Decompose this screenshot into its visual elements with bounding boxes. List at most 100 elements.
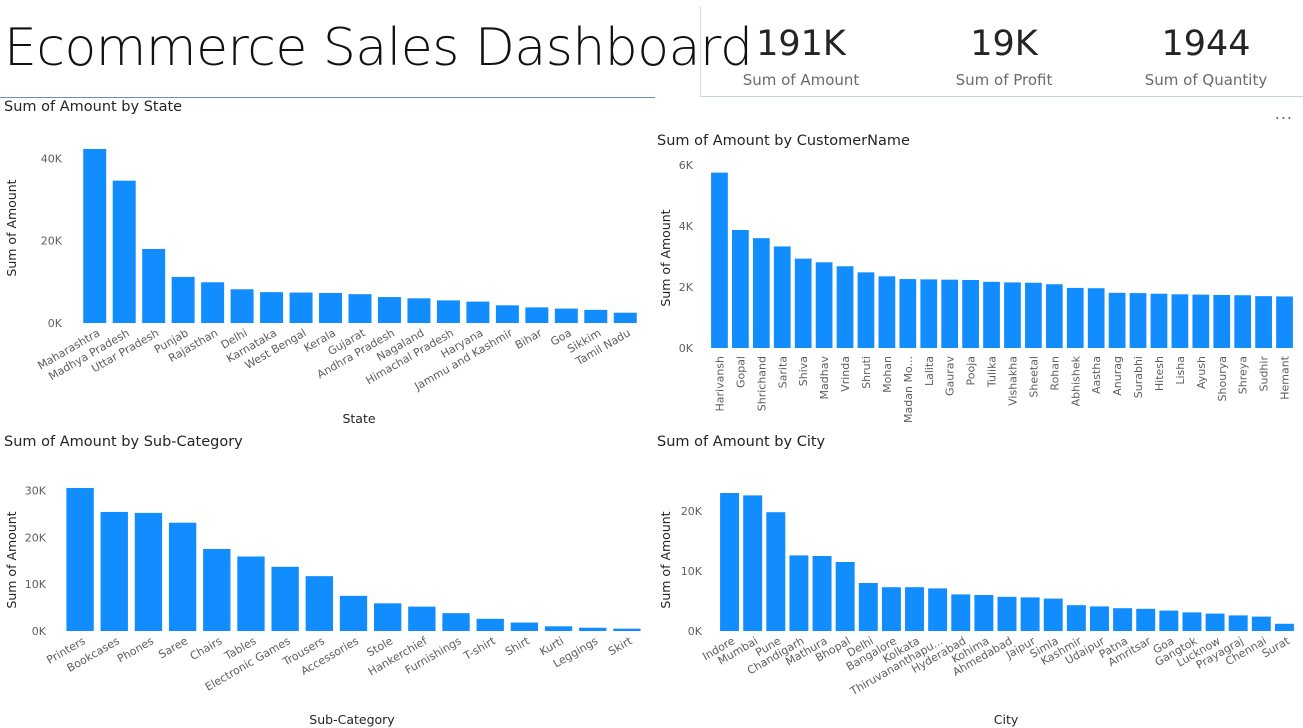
bar: [1171, 294, 1189, 348]
bar: [554, 308, 578, 323]
chart-customer[interactable]: 0K 2K 4K 6K Sum of Amount Harivansh Gopal Shric…: [653, 155, 1303, 425]
x-axis-title: State: [342, 411, 375, 426]
x-tick-label: Lalita: [923, 356, 936, 386]
y-axis-title: Sum of Amount: [4, 511, 19, 608]
bar: [1274, 623, 1294, 631]
bar: [1004, 282, 1021, 348]
y-axis-title: Sum of Amount: [4, 179, 19, 276]
bar: [510, 622, 539, 631]
bar: [983, 281, 1000, 348]
bar: [1255, 296, 1272, 348]
x-tick-label: Vrinda: [839, 356, 852, 392]
chart-title-city: Sum of Amount by City: [657, 434, 826, 450]
bar: [815, 262, 833, 348]
y-axis-title: Sum of Amount: [658, 511, 673, 608]
bar: [260, 292, 284, 323]
bar: [1025, 282, 1042, 348]
x-tick-label: Sarita: [776, 356, 789, 388]
bar: [377, 297, 401, 323]
bar: [1020, 597, 1040, 631]
x-tick-label: Shirt: [503, 634, 532, 659]
bar: [732, 229, 749, 348]
bar: [407, 298, 431, 323]
x-tick-label: Skirt: [606, 634, 635, 658]
x-tick-label: Rohan: [1048, 356, 1061, 391]
kpi-card-profit[interactable]: 19K Sum of Profit: [904, 6, 1104, 96]
kpi-value-amount: 191K: [756, 24, 846, 64]
bar: [1159, 610, 1179, 631]
x-tick-label: Saree: [156, 634, 190, 661]
x-tick-label: Ayush: [1195, 356, 1208, 389]
bar: [525, 307, 549, 323]
bar: [812, 556, 832, 631]
bar: [348, 294, 372, 323]
bar: [905, 587, 924, 631]
x-tick-label: Tulika: [986, 356, 999, 388]
bar: [1087, 288, 1105, 348]
y-tick-label: 6K: [679, 159, 694, 172]
y-tick-label: 10K: [25, 578, 47, 591]
chart-city[interactable]: 0K10K20KSum of AmountIndoreMumbaiPuneCha…: [653, 455, 1303, 728]
bar: [1150, 293, 1168, 348]
x-axis-title: Sub-Category: [309, 712, 395, 727]
bar: [203, 548, 231, 631]
bar: [83, 148, 107, 323]
x-tick-label: Hitesh: [1153, 356, 1166, 391]
x-tick-label: Gopal: [734, 356, 747, 388]
bar: [66, 488, 94, 631]
bar: [289, 292, 313, 323]
bar: [789, 555, 809, 631]
bar: [1251, 616, 1271, 631]
bar: [476, 618, 504, 631]
y-tick-label: 30K: [25, 484, 47, 497]
x-axis-title: City: [994, 712, 1019, 727]
y-tick-label: 10K: [681, 565, 703, 578]
bar: [408, 606, 436, 631]
bar: [1205, 613, 1225, 631]
bar: [339, 595, 368, 631]
kpi-label-profit: Sum of Profit: [955, 71, 1053, 89]
bar: [466, 301, 490, 323]
chart-state[interactable]: 0K20K40KSum of AmountMaharashtraMadhya P…: [0, 120, 650, 430]
bar: [442, 613, 470, 631]
y-tick-label: 4K: [679, 220, 694, 233]
x-tick-label: Shourya: [1216, 356, 1229, 401]
kpi-value-profit: 19K: [970, 24, 1038, 64]
x-tick-label: Pooja: [965, 356, 978, 386]
bar: [201, 282, 225, 323]
chart-subcategory[interactable]: 0K10K20K30KSum of AmountPrintersBookcase…: [0, 455, 650, 728]
kpi-card-amount[interactable]: 191K Sum of Amount: [701, 6, 901, 96]
bar: [858, 583, 878, 631]
bar: [1192, 294, 1210, 348]
x-tick-label: Bihar: [513, 326, 545, 352]
bar: [613, 628, 641, 631]
bar: [1113, 608, 1133, 631]
bar: [495, 305, 519, 323]
chart-title-customer: Sum of Amount by CustomerName: [657, 133, 910, 149]
bar: [878, 276, 896, 348]
kpi-label-quantity: Sum of Quantity: [1144, 71, 1268, 89]
bar: [142, 248, 166, 323]
chart-title-state: Sum of Amount by State: [4, 99, 183, 115]
y-axis-title: Sum of Amount: [658, 209, 673, 306]
bar: [1228, 615, 1248, 631]
y-tick-label: 0K: [688, 625, 703, 638]
more-options-icon[interactable]: ...: [1275, 104, 1293, 123]
bar: [899, 279, 917, 348]
bar: [1213, 294, 1231, 348]
y-tick-label: 2K: [679, 281, 694, 294]
bar: [928, 588, 948, 631]
kpi-card-quantity[interactable]: 1944 Sum of Quantity: [1106, 6, 1303, 96]
bar: [1234, 295, 1252, 348]
bar: [168, 522, 197, 631]
bar: [271, 566, 299, 631]
x-tick-label: Shiva: [797, 356, 810, 386]
bar: [766, 512, 786, 631]
bar: [230, 289, 254, 323]
bar: [100, 511, 128, 631]
x-tick-label: Lisha: [1174, 356, 1187, 385]
x-tick-label: Surabhi: [1132, 356, 1145, 398]
bar: [997, 596, 1017, 631]
bar: [752, 238, 770, 348]
header-divider: [0, 97, 655, 98]
